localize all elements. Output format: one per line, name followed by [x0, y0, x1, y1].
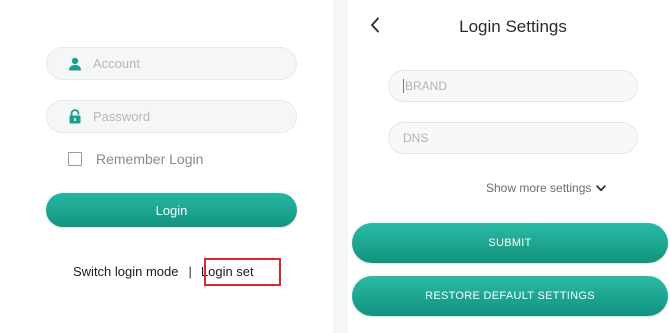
show-more-settings[interactable]: Show more settings — [486, 181, 607, 195]
dns-input[interactable]: DNS — [388, 122, 638, 154]
brand-placeholder: BRAND — [405, 79, 448, 93]
restore-default-settings-button[interactable]: RESTORE DEFAULT SETTINGS — [352, 276, 668, 316]
panel-divider — [333, 0, 348, 333]
dns-placeholder: DNS — [403, 131, 429, 145]
password-placeholder: Password — [93, 109, 151, 124]
password-input[interactable]: Password — [46, 100, 297, 133]
link-separator: | — [188, 264, 192, 279]
page-title: Login Settings — [459, 17, 567, 36]
show-more-label: Show more settings — [486, 181, 592, 195]
login-settings-panel: Login Settings BRAND DNS Show more setti… — [348, 0, 670, 333]
remember-login[interactable]: Remember Login — [68, 151, 203, 167]
login-panel: Account Password Remember Login Login Sw… — [0, 0, 333, 333]
account-placeholder: Account — [93, 56, 140, 71]
screenshot-canvas: Account Password Remember Login Login Sw… — [0, 0, 670, 333]
chevron-down-icon — [596, 184, 607, 192]
lock-icon — [67, 109, 83, 125]
submit-button[interactable]: SUBMIT — [352, 223, 668, 263]
login-set-highlight — [204, 258, 281, 286]
switch-login-mode-link[interactable]: Switch login mode — [73, 264, 179, 279]
account-input[interactable]: Account — [46, 47, 297, 80]
brand-input[interactable]: BRAND — [388, 70, 638, 102]
text-cursor — [403, 79, 404, 93]
login-button[interactable]: Login — [46, 193, 297, 227]
user-icon — [67, 56, 83, 72]
remember-login-label: Remember Login — [96, 151, 204, 167]
remember-login-checkbox[interactable] — [68, 152, 82, 166]
